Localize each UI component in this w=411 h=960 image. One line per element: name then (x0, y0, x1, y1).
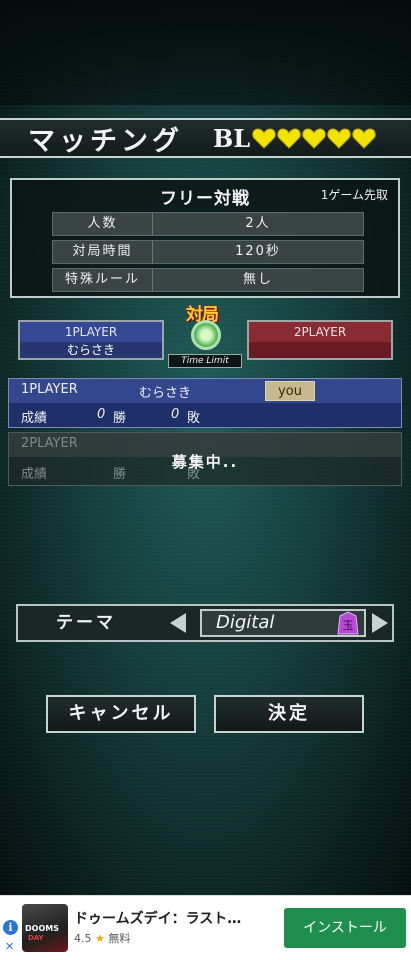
heart-icon (327, 128, 351, 149)
star-icon: ★ (95, 932, 105, 945)
ad-banner[interactable]: i ✕ DOOMS DAY ドゥームズデイ：ラスト… 4.5 ★ 無料 インスト… (0, 895, 411, 960)
shogi-piece-icon: 玉 (337, 611, 359, 635)
confirm-button[interactable]: 決定 (214, 695, 364, 733)
ad-close-icon[interactable]: ✕ (5, 940, 14, 953)
rule-row-special: 特殊ルール 無し (52, 268, 364, 292)
arrow-right-icon[interactable] (370, 612, 390, 634)
rule-value: 120秒 (235, 244, 281, 259)
timer-icon (191, 320, 221, 350)
player2-status: 2PLAYER 成績 勝 敗 募集中.. (8, 432, 402, 486)
losses-count: 0 (171, 407, 180, 422)
player2-card: 2PLAYER (247, 320, 393, 360)
rule-key: 対局時間 (53, 241, 153, 263)
record-label: 成績 (21, 411, 48, 426)
ad-price: 無料 (108, 932, 131, 945)
player1-status-header: 1PLAYER むらさき you (9, 379, 401, 403)
player1-label: 1PLAYER (20, 322, 162, 342)
player1-name: むらさき (66, 343, 115, 357)
cancel-button[interactable]: キャンセル (46, 695, 196, 733)
theme-label: テーマ (56, 613, 116, 633)
heart-icon (302, 128, 326, 149)
match-format: 1ゲーム先取 (320, 188, 388, 202)
time-limit-label: Time Limit (168, 354, 242, 368)
theme-value-box: Digital 玉 (200, 609, 366, 637)
theme-selector: テーマ Digital 玉 (16, 604, 394, 642)
player2-status-label: 2PLAYER (21, 436, 78, 451)
rule-value: 2人 (245, 216, 271, 231)
heart-icon (352, 128, 376, 149)
piece-glyph: 玉 (343, 619, 354, 632)
player1-status: 1PLAYER むらさき you 成績 0 勝 0 敗 (8, 378, 402, 428)
wins-count: 0 (97, 407, 106, 422)
bl-label: BL (213, 123, 251, 153)
install-button[interactable]: インストール (284, 908, 406, 948)
hearts-meter (252, 127, 377, 149)
player1-status-label: 1PLAYER (21, 382, 78, 397)
ad-app-name[interactable]: ドゥームズデイ：ラスト… (74, 908, 241, 928)
screen-title: マッチング (28, 125, 183, 157)
losses-unit: 敗 (187, 411, 201, 426)
rule-row-time: 対局時間 120秒 (52, 240, 364, 264)
rule-row-players: 人数 2人 (52, 212, 364, 236)
rule-key: 特殊ルール (53, 269, 153, 291)
player1-card: 1PLAYER むらさき (18, 320, 164, 360)
theme-value: Digital (216, 612, 275, 633)
player1-status-name: むらさき (139, 386, 192, 401)
rule-key: 人数 (53, 213, 153, 235)
top-shade (0, 0, 411, 105)
heart-icon (252, 128, 276, 149)
ad-thumb-title: DOOMS (25, 924, 59, 933)
vs-emblem: 対局 Time Limit (166, 300, 244, 368)
rules-panel: フリー対戦 1ゲーム先取 人数 2人 対局時間 120秒 特殊ルール 無し (10, 178, 400, 298)
ad-info-icon[interactable]: i (3, 920, 18, 935)
arrow-left-icon[interactable] (168, 612, 188, 634)
ad-thumb-sub: DAY (28, 934, 44, 942)
ad-rating-row: 4.5 ★ 無料 (74, 930, 130, 946)
rule-value: 無し (242, 272, 273, 287)
ad-app-thumbnail[interactable]: DOOMS DAY (22, 904, 68, 952)
you-badge: you (265, 381, 315, 401)
heart-icon (277, 128, 301, 149)
screen-header: マッチング BL (0, 118, 411, 158)
ad-rating: 4.5 (74, 932, 92, 945)
player2-label: 2PLAYER (249, 322, 391, 342)
wins-unit: 勝 (113, 411, 127, 426)
recruiting-text: 募集中.. (171, 453, 239, 471)
